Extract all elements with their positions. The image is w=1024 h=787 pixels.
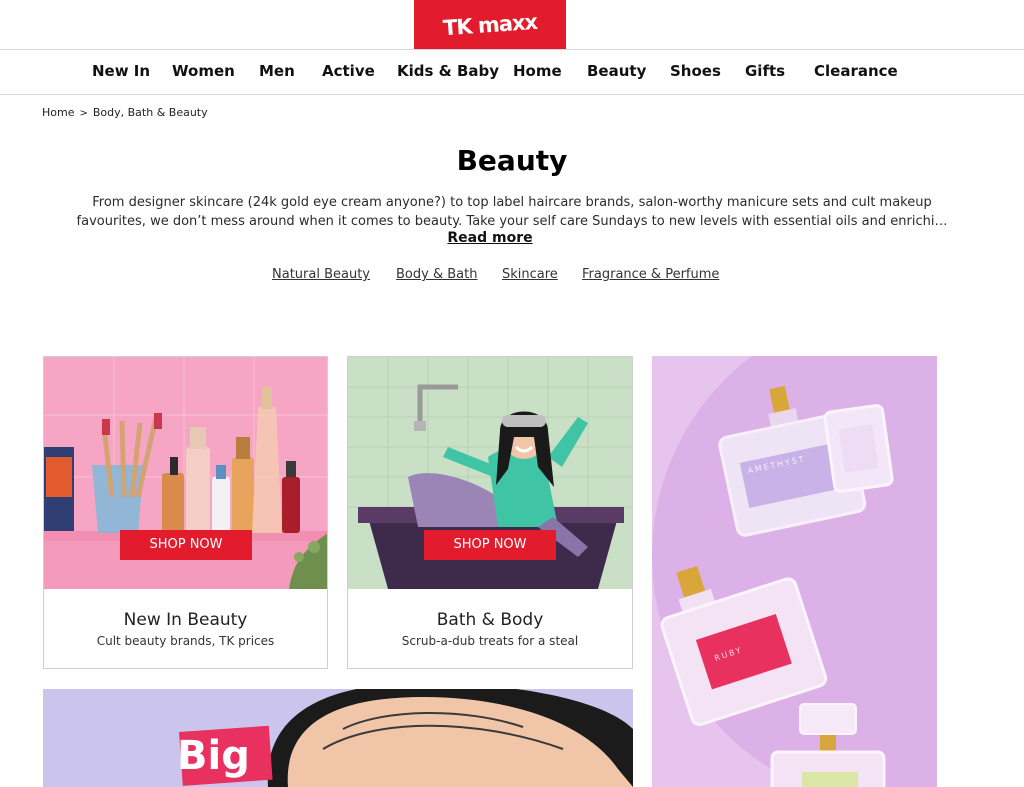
nav-item-new-in[interactable]: New In — [92, 62, 150, 80]
promo-big-text: Big — [177, 733, 250, 779]
nav-item-clearance[interactable]: Clearance — [814, 62, 898, 80]
nav-item-shoes[interactable]: Shoes — [670, 62, 721, 80]
category-link-body-bath[interactable]: Body & Bath — [396, 267, 477, 282]
card-title[interactable]: New In Beauty — [44, 610, 327, 630]
shop-now-button[interactable]: SHOP NOW — [120, 530, 252, 560]
brand-logo[interactable]: TK maxx — [414, 0, 566, 49]
promo-big-image[interactable]: Big — [43, 689, 633, 787]
nav-item-beauty[interactable]: Beauty — [587, 62, 646, 80]
read-more-link[interactable]: Read more — [0, 230, 980, 246]
nav-item-active[interactable]: Active — [322, 62, 375, 80]
breadcrumb-current[interactable]: Body, Bath & Beauty — [93, 106, 208, 119]
description-line-2: favourites, we don’t mess around when it… — [76, 214, 948, 229]
page-title: Beauty — [456, 144, 568, 177]
category-link-skincare[interactable]: Skincare — [502, 267, 558, 282]
breadcrumb-home[interactable]: Home — [42, 106, 74, 119]
card-image-woman-in-bath[interactable]: SHOP NOW — [348, 357, 632, 589]
chevron-right-icon: > — [79, 108, 88, 119]
brand-logo-text: TK maxx — [442, 9, 538, 40]
description-line-1: From designer skincare (24k gold eye cre… — [92, 195, 932, 210]
card-subtitle: Scrub-a-dub treats for a steal — [401, 634, 579, 648]
nav-item-gifts[interactable]: Gifts — [745, 62, 785, 80]
nav-item-women[interactable]: Women — [172, 62, 235, 80]
category-link-fragrance-perfume[interactable]: Fragrance & Perfume — [582, 267, 719, 282]
nav-item-home[interactable]: Home — [513, 62, 562, 80]
main-navigation: New In Women Men Active Kids & Baby Home… — [0, 49, 1024, 95]
category-link-natural-beauty[interactable]: Natural Beauty — [272, 267, 370, 282]
shop-now-button[interactable]: SHOP NOW — [424, 530, 556, 560]
breadcrumb: Home > Body, Bath & Beauty — [42, 106, 208, 119]
header-logo-bar: TK maxx — [0, 0, 1024, 49]
card-subtitle: Cult beauty brands, TK prices — [96, 634, 275, 648]
nav-item-kids-baby[interactable]: Kids & Baby — [397, 62, 499, 80]
card-image-beauty-products[interactable]: SHOP NOW — [44, 357, 327, 589]
card-new-in-beauty[interactable]: SHOP NOW New In Beauty Cult beauty brand… — [43, 356, 328, 669]
promo-fragrance-image[interactable]: AMETHYST RUBY — [652, 356, 937, 787]
card-title[interactable]: Bath & Body — [348, 610, 632, 630]
nav-item-men[interactable]: Men — [259, 62, 295, 80]
card-bath-body[interactable]: SHOP NOW Bath & Body Scrub-a-dub treats … — [347, 356, 633, 669]
page-description: From designer skincare (24k gold eye cre… — [30, 193, 994, 231]
